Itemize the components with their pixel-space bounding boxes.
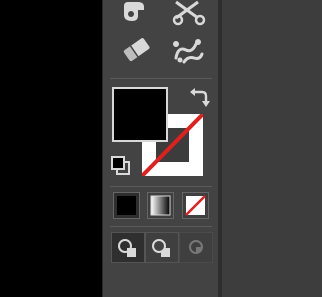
app-window bbox=[0, 0, 322, 297]
puppet-warp-icon[interactable] bbox=[170, 36, 206, 66]
toolbar-separator bbox=[110, 226, 212, 227]
toolbar-separator bbox=[110, 186, 212, 187]
right-panel bbox=[222, 0, 322, 297]
none-mode-button[interactable] bbox=[182, 192, 209, 219]
default-colors-icon[interactable] bbox=[110, 155, 132, 177]
draw-inside-button[interactable] bbox=[179, 232, 213, 263]
color-mode-button[interactable] bbox=[113, 192, 140, 219]
eraser-icon[interactable] bbox=[120, 36, 154, 64]
draw-behind-button[interactable] bbox=[145, 232, 179, 263]
gradient-mode-button[interactable] bbox=[147, 192, 174, 219]
shape-builder-icon[interactable] bbox=[120, 0, 150, 24]
fill-swatch[interactable] bbox=[112, 87, 168, 142]
scissors-icon[interactable] bbox=[170, 0, 206, 26]
toolbar-separator bbox=[110, 78, 212, 79]
canvas-area[interactable] bbox=[0, 0, 102, 297]
more-tools-icon[interactable] bbox=[146, 290, 176, 297]
draw-normal-button[interactable] bbox=[111, 232, 145, 263]
swap-arrow-icon[interactable] bbox=[188, 86, 210, 108]
